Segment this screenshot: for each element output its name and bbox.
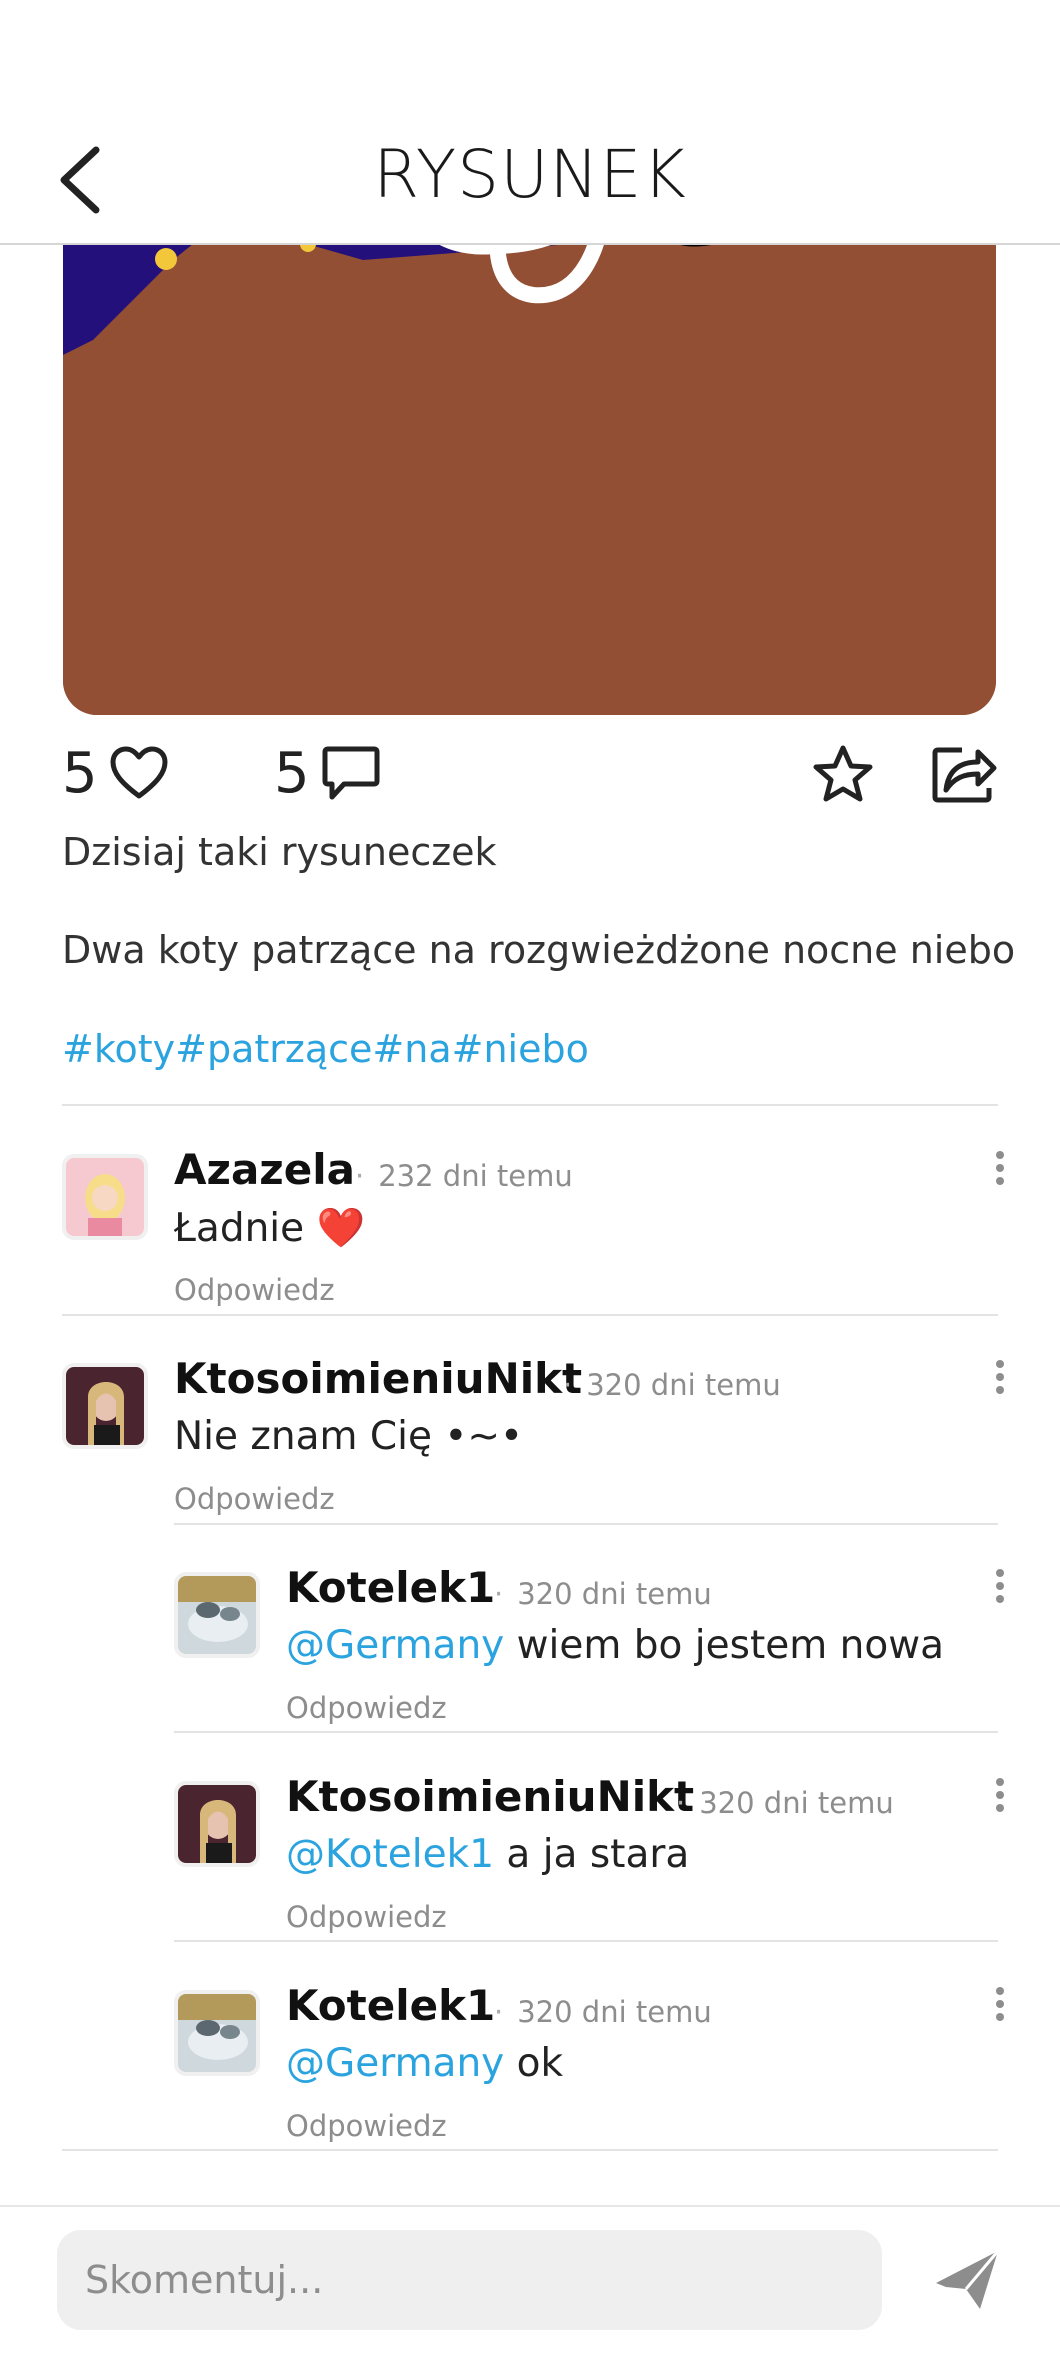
comment-time: 320 dni temu: [563, 1368, 780, 1402]
post-drawing-image[interactable]: [63, 180, 996, 715]
reply-button[interactable]: Odpowiedz: [174, 1273, 335, 1307]
user-mention[interactable]: @Germany: [286, 1623, 504, 1668]
comment-time: 320 dni temu: [676, 1786, 893, 1820]
page-title: RYSUNEK: [373, 136, 687, 213]
comment-time: 232 dni temu: [355, 1159, 572, 1193]
avatar[interactable]: [174, 1781, 260, 1867]
post-action-bar: 5 5: [62, 738, 1002, 808]
divider: [174, 1523, 998, 1525]
divider: [62, 1104, 998, 1106]
heart-icon[interactable]: [110, 746, 168, 800]
comment-author[interactable]: Kotelek1: [286, 1563, 495, 1612]
comment-item: Kotelek1 320 dni temu @Germany wiem bo j…: [0, 1563, 1060, 1771]
comment-text: @Germany wiem bo jestem nowa: [286, 1623, 944, 1668]
comment-author[interactable]: KtosoimieniuNikt: [286, 1772, 694, 1821]
comment-time: 320 dni temu: [494, 1995, 711, 2029]
comment-item: KtosoimieniuNikt 320 dni temu Nie znam C…: [0, 1354, 1060, 1562]
divider: [174, 1731, 998, 1733]
drawing-artwork: [63, 180, 996, 715]
comment-author[interactable]: Kotelek1: [286, 1981, 495, 2030]
comment-item: KtosoimieniuNikt 320 dni temu @Kotelek1 …: [0, 1772, 1060, 1980]
avatar[interactable]: [62, 1363, 148, 1449]
more-options-icon[interactable]: [990, 1151, 1010, 1187]
user-mention[interactable]: @Germany: [286, 2041, 504, 2086]
comment-item: Kotelek1 320 dni temu @Germany ok Odpowi…: [0, 1981, 1060, 2189]
more-options-icon[interactable]: [990, 1569, 1010, 1605]
post-hashtags[interactable]: #koty#patrzące#na#niebo: [62, 1027, 589, 1071]
comment-count: 5: [274, 740, 310, 806]
like-count: 5: [62, 740, 98, 806]
send-icon[interactable]: [932, 2247, 1002, 2313]
comment-body: Ładnie ❤️: [174, 1206, 366, 1251]
comment-author[interactable]: Azazela: [174, 1145, 355, 1194]
comment-author[interactable]: KtosoimieniuNikt: [174, 1354, 582, 1403]
post-description: Dwa koty patrzące na rozgwieżdżone nocne…: [62, 928, 1016, 972]
comment-item: Azazela 232 dni temu Ładnie ❤️ Odpowiedz: [0, 1145, 1060, 1353]
comment-time: 320 dni temu: [494, 1577, 711, 1611]
share-icon[interactable]: [932, 742, 998, 804]
comments-action[interactable]: 5: [274, 738, 380, 808]
comment-text: @Kotelek1 a ja stara: [286, 1832, 689, 1877]
divider: [62, 2149, 998, 2151]
comment-bubble-icon[interactable]: [322, 745, 380, 801]
comment-composer: [0, 2205, 1060, 2355]
avatar[interactable]: [62, 1154, 148, 1240]
user-mention[interactable]: @Kotelek1: [286, 1832, 494, 1877]
comment-text: Nie znam Cię •~•: [174, 1414, 523, 1459]
avatar[interactable]: [174, 1990, 260, 2076]
reply-button[interactable]: Odpowiedz: [174, 1482, 335, 1516]
comment-text: @Germany ok: [286, 2041, 563, 2086]
comment-body: wiem bo jestem nowa: [504, 1623, 944, 1668]
more-options-icon[interactable]: [990, 1360, 1010, 1396]
comment-body: ok: [504, 2041, 564, 2086]
more-options-icon[interactable]: [990, 1987, 1010, 2023]
more-options-icon[interactable]: [990, 1778, 1010, 1814]
comment-body: a ja stara: [494, 1832, 690, 1877]
comment-input[interactable]: [57, 2230, 882, 2330]
reply-button[interactable]: Odpowiedz: [286, 1900, 447, 1934]
reply-button[interactable]: Odpowiedz: [286, 1691, 447, 1725]
app-header: RYSUNEK: [0, 0, 1060, 245]
post-caption: Dzisiaj taki rysuneczek: [62, 830, 497, 874]
divider: [62, 1314, 998, 1316]
star-icon[interactable]: [812, 744, 874, 804]
avatar[interactable]: [174, 1572, 260, 1658]
like-action[interactable]: 5: [62, 738, 168, 808]
comment-body: Nie znam Cię •~•: [174, 1414, 524, 1459]
divider: [174, 1940, 998, 1942]
comment-text: Ładnie ❤️: [174, 1205, 365, 1251]
reply-button[interactable]: Odpowiedz: [286, 2109, 447, 2143]
